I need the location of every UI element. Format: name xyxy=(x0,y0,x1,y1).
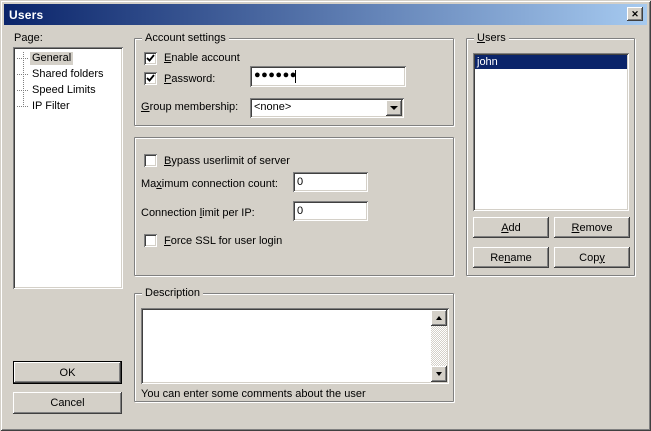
users-legend: Users xyxy=(474,32,509,44)
max-connections-label: Maximum connection count: xyxy=(141,178,278,190)
enable-account-label[interactable]: Enable account xyxy=(164,52,240,64)
close-button[interactable]: ✕ xyxy=(627,7,643,21)
tree-line-icon xyxy=(17,74,29,75)
tree-line-icon xyxy=(17,58,29,59)
description-textarea[interactable] xyxy=(143,310,431,382)
page-item-label: Shared folders xyxy=(30,68,106,81)
user-name: john xyxy=(477,56,498,68)
users-dialog: Users ✕ Page: General Shared folders Spe… xyxy=(0,0,651,431)
bypass-userlimit-label[interactable]: Bypass userlimit of server xyxy=(164,155,290,167)
ip-limit-label: Connection limit per IP: xyxy=(141,207,255,219)
tree-line-icon xyxy=(17,106,29,107)
group-membership-label: Group membership: xyxy=(141,101,238,113)
rename-button-label: Rename xyxy=(490,252,532,264)
users-list[interactable]: john xyxy=(473,53,629,211)
limits-group: Bypass userlimit of server Maximum conne… xyxy=(134,137,454,276)
chevron-down-icon xyxy=(390,106,398,110)
page-label: Page: xyxy=(14,32,43,44)
description-box xyxy=(141,308,449,384)
account-settings-group: Account settings Enable account Password… xyxy=(134,38,454,126)
dropdown-button[interactable] xyxy=(386,100,402,116)
scroll-up-icon xyxy=(436,316,442,320)
page-item-label: IP Filter xyxy=(30,100,72,113)
cancel-button[interactable]: Cancel xyxy=(13,392,122,414)
titlebar[interactable]: Users xyxy=(4,4,647,25)
window-title: Users xyxy=(4,8,43,22)
scroll-up-button[interactable] xyxy=(431,310,447,326)
description-legend: Description xyxy=(142,287,203,299)
force-ssl-checkbox[interactable] xyxy=(144,234,157,247)
group-membership-value: <none> xyxy=(254,101,291,113)
check-icon xyxy=(146,74,155,83)
description-group: Description You can enter some comments … xyxy=(134,293,454,402)
ok-button[interactable]: OK xyxy=(13,361,122,384)
check-icon xyxy=(146,54,155,63)
text-caret xyxy=(295,70,296,83)
add-button-label: Add xyxy=(501,222,521,234)
scroll-down-icon xyxy=(436,372,442,376)
remove-button[interactable]: Remove xyxy=(554,217,630,238)
tree-line-icon xyxy=(17,90,29,91)
copy-button-label: Copy xyxy=(579,252,605,264)
max-connections-input[interactable] xyxy=(293,172,368,192)
ip-limit-input[interactable] xyxy=(293,201,368,221)
description-scrollbar[interactable] xyxy=(431,310,447,382)
page-item-speed-limits[interactable]: Speed Limits xyxy=(17,82,120,98)
remove-button-label: Remove xyxy=(572,222,613,234)
account-settings-legend: Account settings xyxy=(142,32,229,44)
enable-account-checkbox[interactable] xyxy=(144,52,157,65)
page-item-ip-filter[interactable]: IP Filter xyxy=(17,98,120,114)
force-ssl-label[interactable]: Force SSL for user login xyxy=(164,235,282,247)
page-item-general[interactable]: General xyxy=(17,50,120,66)
password-input[interactable]: ●●●●●● xyxy=(250,66,406,87)
password-checkbox[interactable] xyxy=(144,72,157,85)
close-icon: ✕ xyxy=(631,10,639,19)
group-membership-select[interactable]: <none> xyxy=(250,98,404,118)
page-item-label: Speed Limits xyxy=(30,84,98,97)
page-item-label: General xyxy=(30,52,73,65)
add-button[interactable]: Add xyxy=(473,217,549,238)
ok-button-label: OK xyxy=(60,367,76,379)
user-list-item[interactable]: john xyxy=(475,55,627,69)
users-group: Users john Add Remove Rename Copy xyxy=(466,38,635,276)
page-tree[interactable]: General Shared folders Speed Limits IP F… xyxy=(13,47,123,289)
page-item-shared-folders[interactable]: Shared folders xyxy=(17,66,120,82)
scroll-down-button[interactable] xyxy=(431,366,447,382)
cancel-button-label: Cancel xyxy=(50,397,84,409)
description-hint: You can enter some comments about the us… xyxy=(141,388,366,400)
password-value: ●●●●●● xyxy=(254,69,297,81)
password-label[interactable]: Password: xyxy=(164,73,215,85)
bypass-userlimit-checkbox[interactable] xyxy=(144,154,157,167)
rename-button[interactable]: Rename xyxy=(473,247,549,268)
copy-button[interactable]: Copy xyxy=(554,247,630,268)
